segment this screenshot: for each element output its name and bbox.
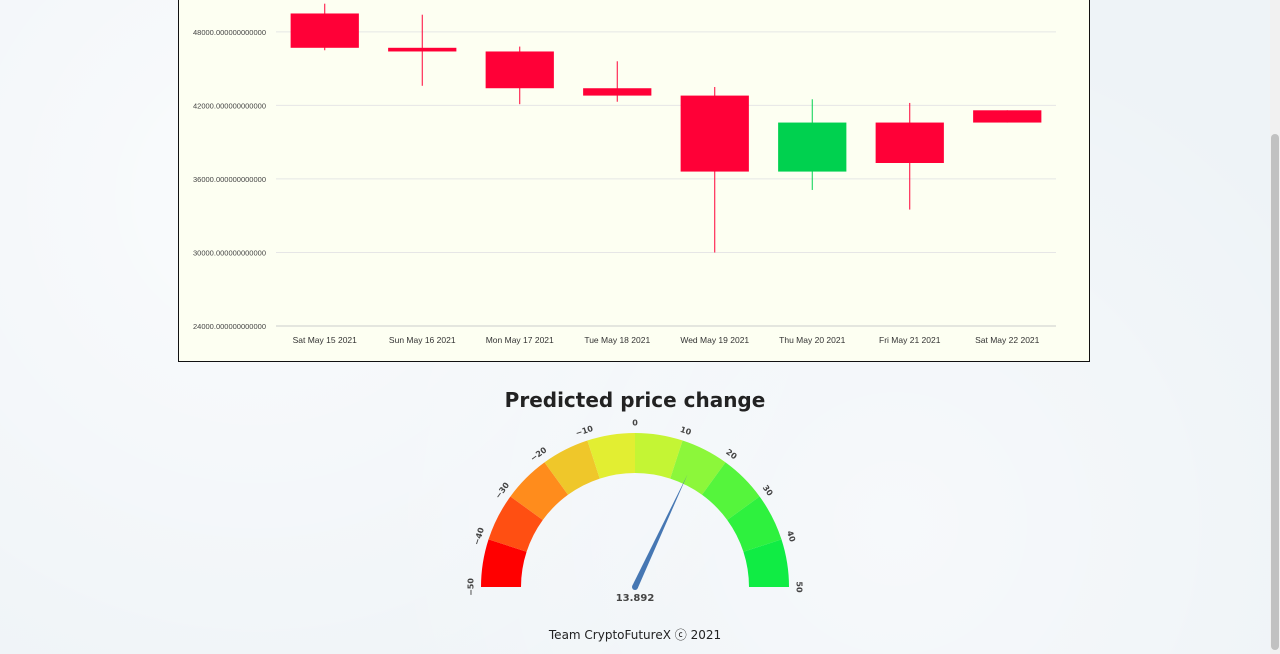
y-tick-label: 30000.000000000000 [193,248,266,257]
candle-body [290,13,359,48]
candlestick-chart: 48000.000000000000 42000.000000000000 3600… [178,0,1090,362]
y-tick-label: 48000.000000000000 [193,28,266,37]
y-tick-label: 36000.000000000000 [193,175,266,184]
gauge-needle [632,474,688,589]
gauge-tick-label: −20 [529,445,549,463]
y-tick-label: 24000.000000000000 [193,322,266,331]
x-tick-label: Sat May 22 2021 [975,335,1040,345]
candle-body [973,110,1042,123]
gauge-needle-hub [632,584,638,590]
candle [485,46,554,105]
x-tick-label: Fri May 21 2021 [879,335,941,345]
candle-body [388,47,457,52]
gauge-tick-label: 20 [724,447,739,461]
x-tick-label: Tue May 18 2021 [584,335,650,345]
gauge-value-label: 13.892 [616,593,655,604]
gauge-tick-label: −40 [472,526,486,546]
price-change-gauge: −50 −40 −30 −20 −10 0 10 20 30 40 50 13.892 [460,414,820,610]
page-scrollbar[interactable] [1270,0,1280,654]
gauge-tick-label: 10 [679,425,693,437]
candle-body [778,122,847,172]
x-tick-label: Thu May 20 2021 [779,335,845,345]
page: 48000.000000000000 42000.000000000000 3600… [0,0,1280,654]
candle [680,87,749,253]
candle [778,99,847,190]
gauge-svg: −50 −40 −30 −20 −10 0 10 20 30 40 50 13.892 [467,419,804,605]
candle [388,14,457,86]
candle-body [680,95,749,172]
x-tick-label: Sun May 16 2021 [389,335,456,345]
footer-text: Team CryptoFutureX ⓒ 2021 [548,628,722,642]
gauge-tick-label: 30 [761,483,775,498]
gauge-tick-label: 50 [795,581,804,593]
gauge-tick-label: 40 [785,530,797,544]
gauge-tick-label: −10 [574,424,594,438]
gauge-tick-label: −30 [493,480,511,500]
candlestick-chart-svg: 48000.000000000000 42000.000000000000 3600… [193,3,1056,345]
x-tick-label: Mon May 17 2021 [486,335,554,345]
candle [583,61,652,102]
candle [290,3,359,51]
gauge-title: Predicted price change [504,388,766,412]
x-tick-label: Sat May 15 2021 [293,335,358,345]
candle-body [485,51,554,89]
gauge-tick-label: 0 [632,419,638,428]
candle [973,110,1042,123]
scrollbar-thumb[interactable] [1271,134,1279,650]
x-tick-label: Wed May 19 2021 [680,335,749,345]
gauge-tick-label: −50 [467,578,476,596]
candle-body [583,88,652,96]
candle-body [875,122,944,163]
candle [875,102,944,210]
y-tick-label: 42000.000000000000 [193,101,266,110]
